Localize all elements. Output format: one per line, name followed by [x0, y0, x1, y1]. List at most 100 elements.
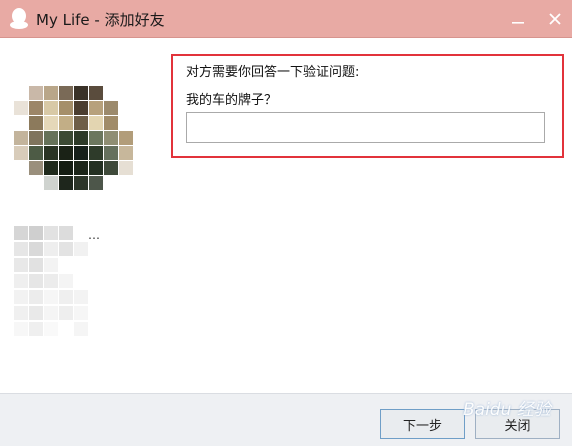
avatar-pixel: [89, 176, 103, 190]
blurred-pixel: [74, 306, 88, 320]
avatar-pixel: [59, 176, 73, 190]
blurred-pixel: [44, 306, 58, 320]
avatar-pixel: [74, 146, 88, 160]
avatar-pixel: [104, 176, 118, 190]
answer-input[interactable]: [186, 112, 545, 143]
avatar-pixel: [89, 101, 103, 115]
blurred-pixel: [59, 322, 73, 336]
avatar-pixel: [29, 176, 43, 190]
avatar-pixel: [59, 131, 73, 145]
baidu-watermark: Baidu 经验: [463, 400, 551, 420]
blurred-pixel: [29, 258, 43, 272]
add-friend-window: My Life - 添加好友 … 对方需要你回答一下验证问题: 我的车的牌子？ …: [0, 0, 572, 446]
avatar-pixel: [119, 116, 133, 130]
close-icon: [549, 13, 561, 25]
avatar-pixel: [29, 116, 43, 130]
window-title: My Life - 添加好友: [36, 11, 165, 29]
avatar-pixel: [14, 86, 28, 100]
avatar-pixel: [89, 131, 103, 145]
avatar-pixel: [119, 86, 133, 100]
avatar-pixel: [29, 146, 43, 160]
avatar-pixel: [74, 161, 88, 175]
blurred-pixel: [59, 290, 73, 304]
blurred-pixel: [74, 242, 88, 256]
avatar-pixel: [59, 101, 73, 115]
blurred-pixel: [29, 242, 43, 256]
blurred-pixel: [29, 274, 43, 288]
blurred-pixel: [29, 306, 43, 320]
title-bar[interactable]: My Life - 添加好友: [0, 0, 572, 38]
blurred-pixel: [14, 258, 28, 272]
minimize-button[interactable]: [505, 6, 531, 32]
avatar-pixel: [44, 161, 58, 175]
avatar-pixel: [44, 86, 58, 100]
blurred-pixel: [74, 226, 88, 240]
avatar-pixel: [29, 131, 43, 145]
verification-question: 我的车的牌子？: [186, 93, 278, 108]
avatar-pixel: [74, 176, 88, 190]
avatar-pixel: [74, 131, 88, 145]
avatar-pixel: [14, 131, 28, 145]
avatar-pixel: [44, 146, 58, 160]
avatar-pixel: [14, 116, 28, 130]
avatar-pixel: [89, 161, 103, 175]
blurred-pixel: [14, 306, 28, 320]
avatar-pixel: [119, 146, 133, 160]
avatar-pixel: [119, 161, 133, 175]
avatar-pixel: [74, 116, 88, 130]
close-window-button[interactable]: [542, 6, 568, 32]
blurred-pixel: [29, 322, 43, 336]
blurred-pixel: [29, 226, 43, 240]
blurred-pixel: [44, 322, 58, 336]
avatar-pixel: [89, 86, 103, 100]
avatar-pixel: [119, 101, 133, 115]
blurred-pixel: [14, 242, 28, 256]
avatar-pixel: [29, 86, 43, 100]
blurred-pixel: [14, 274, 28, 288]
blurred-pixel: [59, 242, 73, 256]
blurred-pixel: [74, 258, 88, 272]
blurred-pixel: [44, 274, 58, 288]
qq-penguin-icon: [10, 8, 28, 29]
avatar-pixel: [59, 146, 73, 160]
blurred-pixel: [59, 226, 73, 240]
avatar-pixel: [59, 116, 73, 130]
blurred-pixel: [14, 226, 28, 240]
profile-name: …: [88, 228, 100, 242]
avatar-pixel: [119, 176, 133, 190]
avatar-pixel: [74, 101, 88, 115]
avatar-pixel: [104, 86, 118, 100]
verification-prompt: 对方需要你回答一下验证问题:: [186, 65, 360, 80]
avatar-pixel: [44, 101, 58, 115]
avatar-pixel: [29, 101, 43, 115]
blurred-pixel: [14, 322, 28, 336]
blurred-pixel: [44, 226, 58, 240]
avatar-pixel: [89, 116, 103, 130]
avatar-pixel: [14, 176, 28, 190]
blurred-pixel: [74, 290, 88, 304]
avatar-pixel: [44, 131, 58, 145]
blurred-pixel: [29, 290, 43, 304]
avatar-pixel: [104, 161, 118, 175]
blurred-pixel: [44, 290, 58, 304]
avatar-pixel: [14, 146, 28, 160]
avatar-pixel: [104, 116, 118, 130]
next-step-button[interactable]: 下一步: [380, 409, 465, 439]
minimize-icon: [512, 22, 524, 24]
blurred-pixel: [14, 290, 28, 304]
avatar-pixel: [14, 101, 28, 115]
blurred-pixel: [59, 258, 73, 272]
avatar-pixel: [74, 86, 88, 100]
avatar-pixel: [29, 161, 43, 175]
blurred-pixel: [74, 274, 88, 288]
avatar-pixel: [59, 86, 73, 100]
avatar-pixel: [119, 131, 133, 145]
avatar-pixel: [104, 131, 118, 145]
avatar-pixel: [104, 101, 118, 115]
avatar-pixel: [14, 161, 28, 175]
blurred-pixel: [44, 258, 58, 272]
avatar-pixel: [44, 116, 58, 130]
blurred-pixel: [74, 322, 88, 336]
blurred-pixel: [59, 274, 73, 288]
avatar-pixel: [89, 146, 103, 160]
